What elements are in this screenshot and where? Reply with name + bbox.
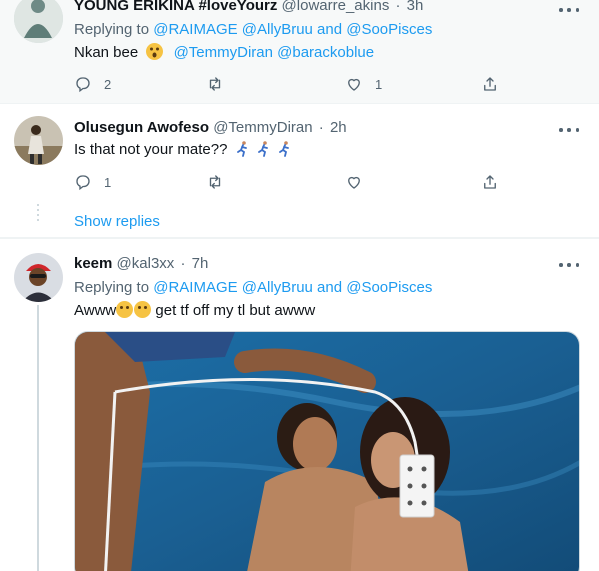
avatar-image bbox=[14, 116, 63, 165]
dot-separator: · bbox=[395, 0, 401, 14]
smiling-face-emoji bbox=[116, 301, 134, 318]
like-button[interactable]: 1 bbox=[345, 73, 382, 95]
tweet-media-image[interactable] bbox=[74, 331, 580, 571]
tweet-text-mentions[interactable]: @TemmyDiran @barackoblue bbox=[174, 44, 375, 61]
dot-separator: · bbox=[318, 119, 324, 136]
replying-to: Replying to @RAIMAGE @AllyBruu and @SooP… bbox=[74, 21, 432, 38]
smiling-face-emoji bbox=[134, 301, 152, 318]
tweet-text-body: Nkan bee bbox=[74, 44, 139, 61]
retweet-button[interactable] bbox=[206, 171, 224, 193]
astonished-face-emoji bbox=[146, 43, 164, 60]
like-icon bbox=[348, 78, 360, 91]
reply-icon bbox=[76, 77, 90, 93]
replying-to: Replying to @RAIMAGE @AllyBruu and @SooP… bbox=[74, 279, 432, 296]
thread-connector bbox=[37, 204, 39, 224]
replying-to-label: Replying to bbox=[74, 21, 150, 38]
avatar[interactable] bbox=[14, 0, 63, 43]
reply-button[interactable]: 2 bbox=[74, 73, 111, 95]
show-replies-link[interactable]: Show replies bbox=[74, 213, 160, 230]
share-button[interactable] bbox=[481, 171, 499, 193]
timestamp[interactable]: 2h bbox=[330, 119, 347, 136]
reply-button[interactable]: 1 bbox=[74, 171, 111, 193]
tweet-keem[interactable]: keem @kal3xx · 7h Replying to @RAIMAGE @… bbox=[0, 238, 599, 571]
tweet-header: YOUNG ERIKINA #loveYourz @lowarre_akins … bbox=[74, 0, 423, 14]
retweet-icon bbox=[209, 77, 221, 91]
tweet-text: Is that not your mate?? bbox=[74, 141, 295, 158]
replying-to-label: Replying to bbox=[74, 279, 150, 296]
timestamp[interactable]: 3h bbox=[407, 0, 424, 14]
tweet-text: Awww get tf off my tl but awww bbox=[74, 301, 315, 319]
action-bar: 2 1 bbox=[74, 73, 514, 95]
handle[interactable]: @TemmyDiran bbox=[213, 119, 312, 136]
tweet-text-start: Awww bbox=[74, 302, 117, 319]
tweet-olusegun-awofeso[interactable]: Olusegun Awofeso @TemmyDiran · 2h Is tha… bbox=[0, 104, 599, 238]
tweet-young-erikina[interactable]: YOUNG ERIKINA #loveYourz @lowarre_akins … bbox=[0, 0, 599, 104]
running-man-emoji bbox=[236, 141, 295, 158]
replying-to-mentions[interactable]: @RAIMAGE @AllyBruu and @SooPisces bbox=[153, 279, 432, 296]
tweet-text-end: get tf off my tl but awww bbox=[151, 302, 316, 319]
share-button[interactable] bbox=[481, 73, 499, 95]
like-icon bbox=[348, 176, 360, 189]
display-name[interactable]: YOUNG ERIKINA #loveYourz bbox=[74, 0, 277, 14]
dot-separator: · bbox=[180, 255, 186, 272]
retweet-button[interactable] bbox=[206, 73, 224, 95]
handle[interactable]: @kal3xx bbox=[117, 255, 175, 272]
tweet-header: Olusegun Awofeso @TemmyDiran · 2h bbox=[74, 119, 347, 136]
like-count: 1 bbox=[375, 76, 383, 92]
reply-count: 2 bbox=[104, 76, 112, 92]
tweet-text-body: Is that not your mate?? bbox=[74, 141, 228, 158]
timestamp[interactable]: 7h bbox=[192, 255, 209, 272]
share-icon bbox=[484, 175, 496, 189]
tweet-text: Nkan bee @TemmyDiran @barackoblue bbox=[74, 43, 374, 61]
more-icon[interactable] bbox=[559, 257, 579, 273]
more-icon[interactable] bbox=[559, 122, 579, 138]
like-button[interactable] bbox=[345, 171, 363, 193]
reply-icon bbox=[76, 175, 90, 191]
display-name[interactable]: keem bbox=[74, 255, 112, 272]
retweet-icon bbox=[209, 175, 221, 189]
handle[interactable]: @lowarre_akins bbox=[282, 0, 390, 14]
action-bar: 1 bbox=[74, 171, 514, 193]
avatar-image bbox=[14, 253, 63, 302]
media-photo bbox=[75, 332, 579, 571]
reply-count: 1 bbox=[104, 174, 112, 190]
avatar[interactable] bbox=[14, 253, 63, 302]
avatar[interactable] bbox=[14, 116, 63, 165]
more-icon[interactable] bbox=[559, 2, 579, 18]
display-name[interactable]: Olusegun Awofeso bbox=[74, 119, 209, 136]
tweet-header: keem @kal3xx · 7h bbox=[74, 255, 208, 272]
share-icon bbox=[484, 77, 496, 91]
replying-to-mentions[interactable]: @RAIMAGE @AllyBruu and @SooPisces bbox=[153, 21, 432, 38]
thread-connector bbox=[37, 305, 39, 571]
avatar-image bbox=[14, 0, 63, 43]
